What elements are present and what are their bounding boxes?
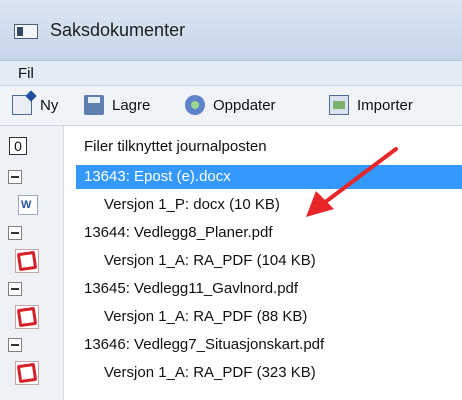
import-button[interactable]: Importer bbox=[329, 92, 413, 118]
tree-item-label: 13643: Epost (e).docx bbox=[84, 168, 231, 185]
pdf-icon bbox=[15, 249, 39, 273]
tree-version-13644[interactable]: Versjon 1_A: RA_PDF (104 KB) bbox=[0, 248, 462, 275]
tree-version-13646[interactable]: Versjon 1_A: RA_PDF (323 KB) bbox=[0, 360, 462, 387]
collapse-icon[interactable] bbox=[8, 338, 22, 352]
menu-file[interactable]: Fil bbox=[18, 65, 34, 82]
tree-item-13644[interactable]: 13644: Vedlegg8_Planer.pdf bbox=[0, 220, 462, 247]
tree-header-label: Filer tilknyttet journalposten bbox=[84, 138, 267, 155]
menu-bar: Fil bbox=[0, 60, 462, 86]
new-button-label: Ny bbox=[40, 96, 59, 114]
tree-item-label: 13644: Vedlegg8_Planer.pdf bbox=[84, 224, 273, 241]
word-document-icon: W bbox=[18, 195, 38, 215]
title-bar: Saksdokumenter bbox=[0, 0, 462, 60]
pdf-icon bbox=[15, 305, 39, 329]
tree-item-13643[interactable]: 13643: Epost (e).docx bbox=[0, 164, 462, 191]
pdf-icon bbox=[15, 361, 39, 385]
collapse-icon[interactable] bbox=[8, 282, 22, 296]
tree-version-13643[interactable]: W Versjon 1_P: docx (10 KB) bbox=[0, 192, 462, 219]
file-tree: 0 Filer tilknyttet journalposten 13643: … bbox=[0, 126, 462, 400]
refresh-button[interactable]: Oppdater bbox=[185, 92, 276, 118]
version-label: Versjon 1_P: docx (10 KB) bbox=[104, 196, 280, 213]
new-document-icon bbox=[12, 95, 32, 115]
tree-item-13646[interactable]: 13646: Vedlegg7_Situasjonskart.pdf bbox=[0, 332, 462, 359]
version-label: Versjon 1_A: RA_PDF (104 KB) bbox=[104, 252, 316, 269]
refresh-icon bbox=[185, 95, 205, 115]
save-button[interactable]: Lagre bbox=[84, 92, 150, 118]
tree-version-13645[interactable]: Versjon 1_A: RA_PDF (88 KB) bbox=[0, 304, 462, 331]
import-button-label: Importer bbox=[357, 96, 413, 114]
save-button-label: Lagre bbox=[112, 96, 151, 114]
version-label: Versjon 1_A: RA_PDF (88 KB) bbox=[104, 308, 308, 325]
collapse-icon[interactable] bbox=[8, 170, 22, 184]
new-button[interactable]: Ny bbox=[12, 92, 58, 118]
count-box: 0 bbox=[9, 137, 27, 155]
import-icon bbox=[329, 95, 349, 115]
tree-header-row: 0 Filer tilknyttet journalposten bbox=[0, 134, 462, 161]
tree-item-13645[interactable]: 13645: Vedlegg11_Gavlnord.pdf bbox=[0, 276, 462, 303]
toolbar: Ny Lagre Oppdater Importer bbox=[0, 86, 462, 126]
window-title: Saksdokumenter bbox=[50, 20, 186, 40]
refresh-button-label: Oppdater bbox=[213, 96, 276, 114]
version-label: Versjon 1_A: RA_PDF (323 KB) bbox=[104, 364, 316, 381]
tree-item-label: 13646: Vedlegg7_Situasjonskart.pdf bbox=[84, 336, 325, 353]
collapse-icon[interactable] bbox=[8, 226, 22, 240]
window-icon bbox=[14, 24, 38, 39]
tree-item-label: 13645: Vedlegg11_Gavlnord.pdf bbox=[84, 280, 299, 297]
save-icon bbox=[84, 95, 104, 115]
